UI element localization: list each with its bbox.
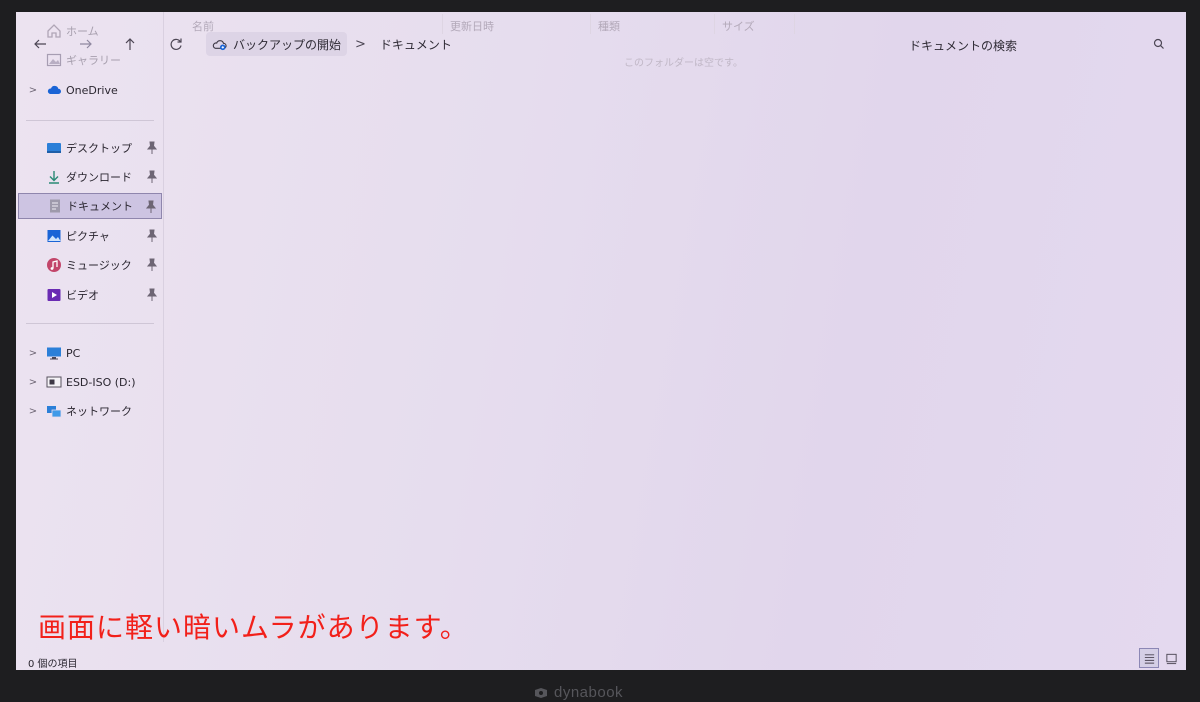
network-icon (46, 403, 62, 419)
nav-item-label: ESD-ISO (D:) (66, 375, 136, 389)
command-bar: バックアップの開始 > ドキュメント ドキュメントの検索 (16, 30, 1186, 60)
arrow-right-icon (80, 39, 92, 49)
overlay-note: 画面に軽い暗いムラがあります。 (38, 611, 469, 644)
music-icon (46, 257, 62, 273)
cloud-backup-icon (212, 39, 227, 50)
status-bar: 0 個の項目 (16, 642, 1186, 670)
device-brand-logo: dynabook (534, 684, 623, 701)
pin-icon[interactable] (146, 141, 158, 155)
nav-item-pc[interactable]: > PC (16, 340, 162, 366)
up-button[interactable] (118, 32, 142, 56)
nav-item-downloads[interactable]: ダウンロード (16, 164, 162, 190)
nav-item-label: ビデオ (66, 289, 99, 302)
nav-item-desktop[interactable]: デスクトップ (16, 135, 162, 161)
pictures-icon (46, 228, 62, 244)
back-button[interactable] (28, 32, 52, 56)
refresh-icon (170, 38, 182, 50)
file-explorer-window: ^ 名前 更新日時 種類 サイズ このフォルダーは空です。 ホーム ギャラリー … (16, 12, 1186, 670)
brand-name: dynabook (554, 684, 624, 701)
arrow-left-icon (34, 39, 46, 49)
nav-item-videos[interactable]: ビデオ (16, 282, 162, 308)
download-icon (46, 169, 62, 185)
nav-item-label: ミュージック (66, 259, 132, 272)
search-icon[interactable] (1151, 36, 1167, 52)
nav-item-documents[interactable]: ドキュメント (18, 193, 162, 219)
nav-item-network[interactable]: > ネットワーク (16, 398, 162, 424)
nav-item-label: ダウンロード (66, 171, 132, 184)
sidebar-divider (26, 120, 154, 121)
pin-icon[interactable] (146, 170, 158, 184)
breadcrumb-root-label: バックアップの開始 (233, 37, 342, 52)
nav-item-label: ネットワーク (66, 405, 132, 418)
nav-item-music[interactable]: ミュージック (16, 252, 162, 278)
pc-icon (46, 345, 62, 361)
pin-icon[interactable] (146, 288, 158, 302)
details-view-button[interactable] (1139, 648, 1159, 668)
laptop-bezel: ^ 名前 更新日時 種類 サイズ このフォルダーは空です。 ホーム ギャラリー … (0, 0, 1200, 702)
pin-icon[interactable] (145, 200, 157, 214)
item-count: 0 個の項目 (28, 659, 78, 670)
tiles-view-icon (1165, 653, 1177, 664)
cloud-icon (46, 82, 62, 98)
expand-chevron-icon[interactable]: > (26, 348, 40, 359)
expand-chevron-icon[interactable]: > (26, 85, 40, 96)
desktop-icon (46, 140, 62, 156)
breadcrumb-current[interactable]: ドキュメント (374, 32, 458, 56)
search-input[interactable]: ドキュメントの検索 (909, 37, 1017, 54)
sidebar-divider (26, 323, 154, 324)
expand-chevron-icon[interactable]: > (26, 406, 40, 417)
pin-icon[interactable] (146, 229, 158, 243)
document-icon (47, 198, 63, 214)
refresh-button[interactable] (164, 32, 188, 56)
breadcrumb-root[interactable]: バックアップの開始 (206, 32, 348, 56)
tiles-view-button[interactable] (1161, 648, 1181, 668)
navigation-pane: ホーム ギャラリー > OneDrive デスクトップ ダウンロード ドキュメン… (16, 12, 164, 642)
expand-chevron-icon[interactable]: > (26, 377, 40, 388)
file-list-pane[interactable]: ^ 名前 更新日時 種類 サイズ このフォルダーは空です。 (164, 12, 1186, 642)
breadcrumb-separator-icon[interactable]: > (347, 37, 374, 52)
nav-item-label: OneDrive (66, 83, 118, 97)
drive-icon (46, 374, 62, 390)
pin-icon[interactable] (146, 258, 158, 272)
video-icon (46, 287, 62, 303)
sort-up-icon: ^ (312, 12, 320, 19)
brand-mark-icon (535, 687, 547, 698)
nav-item-onedrive[interactable]: > OneDrive (16, 77, 162, 103)
address-bar[interactable]: バックアップの開始 > ドキュメント (206, 32, 458, 56)
nav-item-label: PC (66, 346, 81, 360)
nav-item-label: デスクトップ (66, 142, 132, 155)
nav-item-label: ピクチャ (66, 230, 110, 243)
arrow-up-icon (125, 38, 135, 50)
nav-item-label: ドキュメント (67, 200, 133, 213)
nav-item-drive-d[interactable]: > ESD-ISO (D:) (16, 369, 162, 395)
details-view-icon (1144, 653, 1154, 664)
nav-item-pictures[interactable]: ピクチャ (16, 223, 162, 249)
forward-button[interactable] (74, 32, 98, 56)
